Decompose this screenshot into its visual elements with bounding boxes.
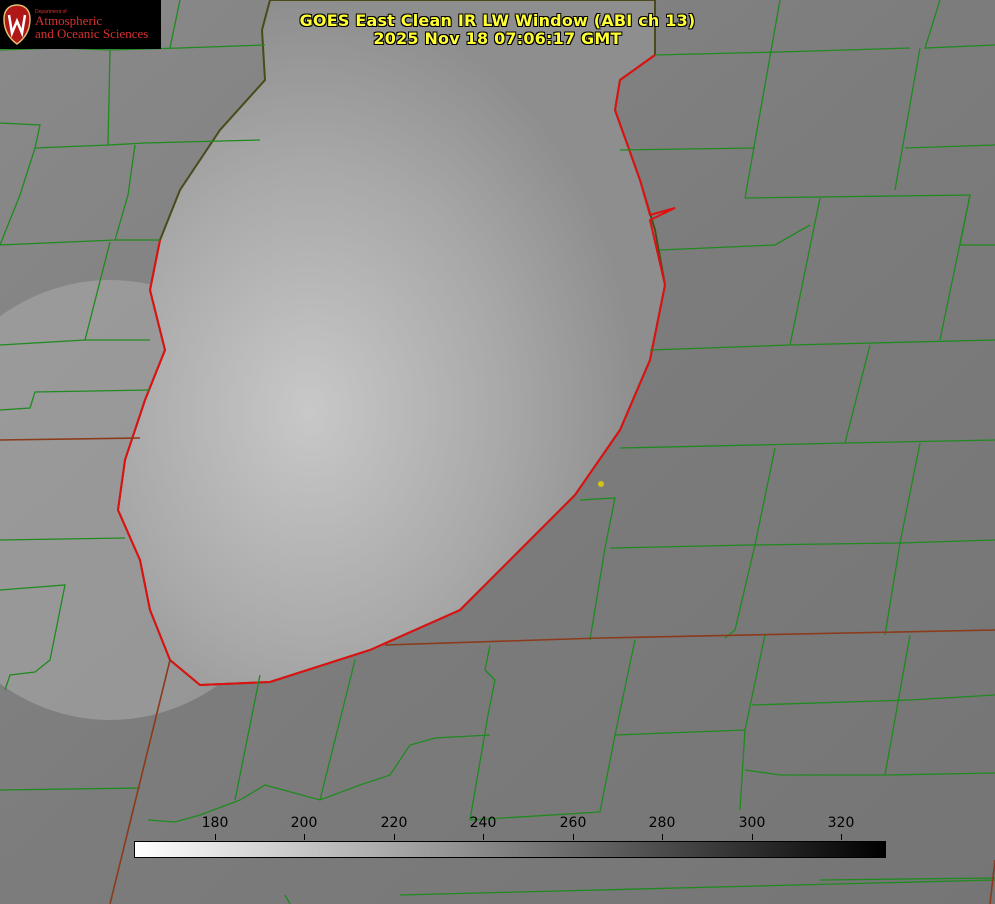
colorbar-tick <box>483 834 484 840</box>
logo-line-2: and Oceanic Sciences <box>35 26 149 41</box>
aos-logo: Department of Atmospheric and Oceanic Sc… <box>0 0 161 49</box>
colorbar-tick-label: 220 <box>380 815 408 831</box>
colorbar-tick <box>573 834 574 840</box>
colorbar-tick <box>394 834 395 840</box>
colorbar-tick <box>752 834 753 840</box>
colorbar-tick-label: 180 <box>201 815 229 831</box>
colorbar-tick-label: 200 <box>290 815 318 831</box>
colorbar-tick <box>841 834 842 840</box>
colorbar <box>134 841 886 858</box>
colorbar-tick-label: 260 <box>559 815 587 831</box>
location-marker <box>598 481 604 487</box>
colorbar-tick <box>215 834 216 840</box>
colorbar-tick-label: 300 <box>738 815 766 831</box>
colorbar-tick <box>662 834 663 840</box>
colorbar-tick-label: 320 <box>827 815 855 831</box>
colorbar-tick <box>304 834 305 840</box>
colorbar-tick-label: 280 <box>648 815 676 831</box>
colorbar-tick-label: 240 <box>469 815 497 831</box>
satellite-map <box>0 0 995 904</box>
uw-crest-icon <box>3 4 31 45</box>
